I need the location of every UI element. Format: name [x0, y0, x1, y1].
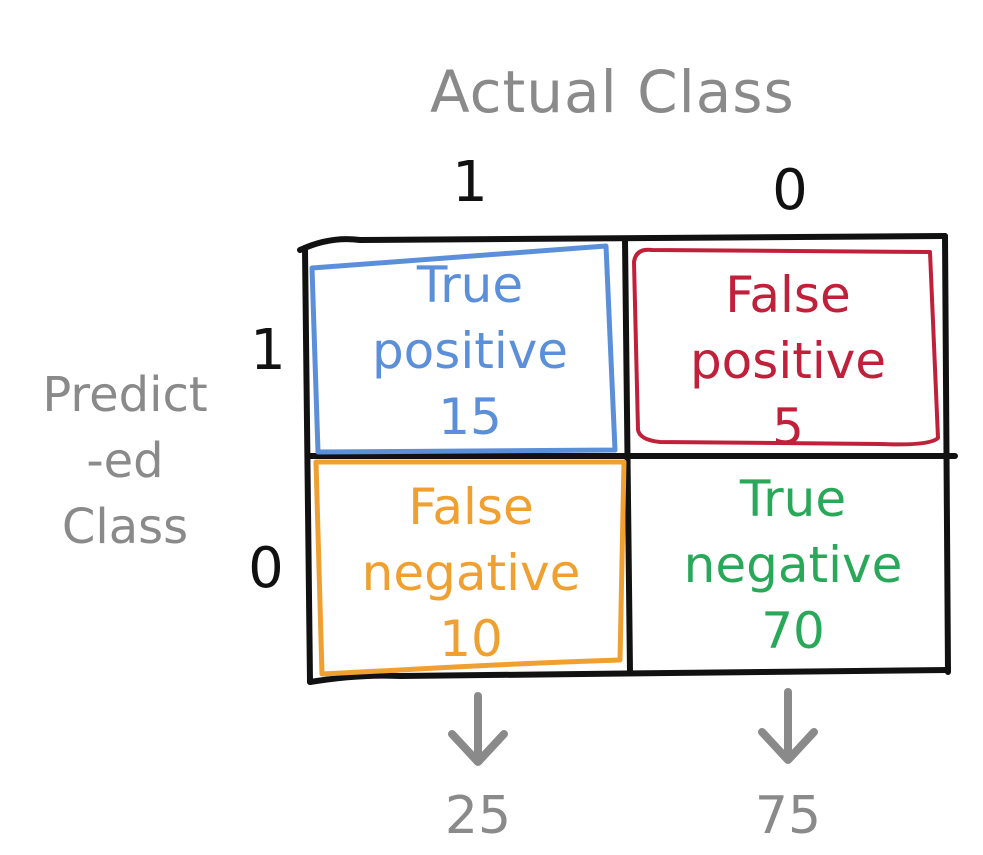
false-positive-cell: False positive 5: [648, 262, 928, 460]
tp-label-1: True: [416, 256, 524, 314]
fp-label-1: False: [725, 266, 851, 324]
false-negative-cell: False negative 10: [328, 474, 614, 672]
tn-value: 70: [761, 602, 825, 660]
grid-left-line: [302, 247, 313, 685]
fp-label-2: positive: [689, 332, 887, 390]
fn-label-1: False: [408, 478, 534, 536]
tp-value: 15: [438, 388, 502, 446]
fp-value: 5: [772, 398, 804, 456]
tn-label-2: negative: [683, 536, 903, 594]
true-negative-cell: True negative 70: [648, 466, 938, 664]
fn-label-2: negative: [361, 544, 581, 602]
column-total-0: 75: [754, 786, 822, 846]
tp-label-2: positive: [371, 322, 569, 380]
arrow-down-icon: [448, 692, 508, 766]
column-total-1: 25: [444, 786, 512, 846]
arrow-down-icon: [758, 688, 818, 764]
true-positive-cell: True positive 15: [330, 252, 610, 450]
fn-value: 10: [439, 610, 503, 668]
tn-label-1: True: [739, 470, 847, 528]
